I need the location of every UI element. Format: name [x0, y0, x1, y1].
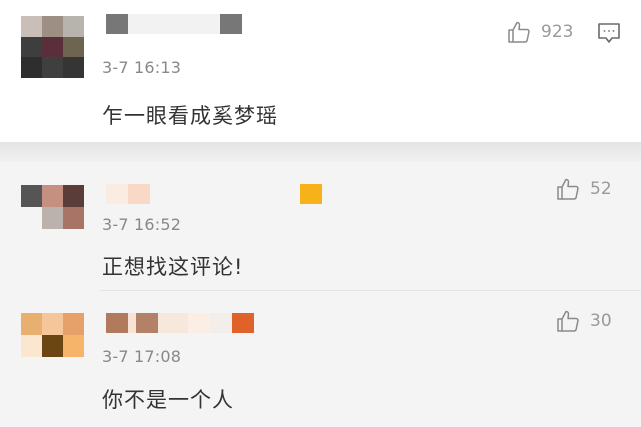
- username-redacted[interactable]: [106, 313, 254, 333]
- username-pixel: [210, 313, 232, 333]
- section-separator: [0, 142, 641, 162]
- avatar-pixel: [63, 57, 84, 78]
- avatar-pixel: [21, 36, 42, 58]
- like-count: 30: [590, 311, 612, 331]
- avatar-pixel: [63, 36, 84, 58]
- username-redacted[interactable]: [106, 184, 322, 204]
- avatar-pixel: [42, 57, 63, 78]
- avatar-pixel: [21, 313, 42, 335]
- username-pixel: [106, 184, 128, 204]
- avatar[interactable]: [21, 313, 84, 357]
- avatar-pixel: [42, 16, 63, 37]
- like-button[interactable]: 52: [556, 177, 612, 201]
- username-pixel: [106, 313, 128, 333]
- thumbs-up-icon: [557, 310, 579, 332]
- avatar-pixel: [63, 313, 84, 335]
- username-pixel: [210, 14, 220, 34]
- username-pixel: [300, 184, 322, 204]
- avatar[interactable]: [21, 16, 84, 78]
- avatar[interactable]: [21, 185, 84, 229]
- avatar-pixel: [42, 313, 63, 335]
- username-pixel: [136, 313, 158, 333]
- avatar-pixel: [21, 207, 42, 229]
- comment-item: 3-7 16:13 乍一眼看成奚梦瑶 923: [0, 0, 641, 142]
- avatar-pixel: [63, 16, 84, 37]
- username-pixel: [128, 313, 136, 333]
- comment-text: 正想找这评论!: [102, 255, 244, 279]
- username-pixel: [188, 313, 210, 333]
- comment-reply-icon: [598, 23, 620, 43]
- avatar-pixel: [63, 207, 84, 229]
- comment-timestamp: 3-7 16:52: [102, 215, 182, 234]
- avatar-pixel: [63, 335, 84, 357]
- like-count: 923: [541, 22, 574, 42]
- comment-item: 3-7 17:08 你不是一个人 30: [0, 290, 641, 427]
- username-pixel: [128, 14, 210, 34]
- username-pixel: [106, 14, 128, 34]
- like-button[interactable]: 923: [507, 20, 573, 44]
- thumbs-up-icon: [557, 178, 579, 200]
- like-count: 52: [590, 179, 612, 199]
- avatar-pixel: [42, 185, 63, 207]
- avatar-pixel: [42, 36, 63, 58]
- username-pixel: [220, 14, 242, 34]
- thumbs-up-icon: [508, 21, 530, 43]
- username-redacted[interactable]: [106, 14, 242, 34]
- comment-timestamp: 3-7 17:08: [102, 347, 182, 366]
- username-pixel: [230, 184, 300, 204]
- avatar-pixel: [63, 185, 84, 207]
- username-pixel: [128, 184, 150, 204]
- comment-text: 乍一眼看成奚梦瑶: [102, 104, 278, 128]
- avatar-pixel: [21, 335, 42, 357]
- comment-item: 3-7 16:52 正想找这评论! 52: [0, 162, 641, 290]
- like-button[interactable]: 30: [556, 309, 612, 333]
- avatar-pixel: [21, 57, 42, 78]
- reply-button[interactable]: [597, 22, 621, 48]
- avatar-pixel: [42, 335, 63, 357]
- comment-text: 你不是一个人: [102, 388, 234, 412]
- avatar-pixel: [42, 207, 63, 229]
- avatar-pixel: [21, 185, 42, 207]
- username-pixel: [150, 184, 230, 204]
- username-pixel: [232, 313, 254, 333]
- avatar-pixel: [21, 16, 42, 37]
- divider: [100, 290, 641, 291]
- username-pixel: [158, 313, 188, 333]
- comment-timestamp: 3-7 16:13: [102, 58, 182, 77]
